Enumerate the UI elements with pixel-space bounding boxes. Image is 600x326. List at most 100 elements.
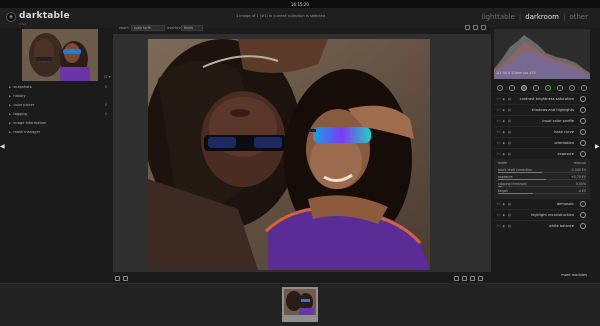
- collapse-right-panel-icon[interactable]: ▶: [595, 143, 600, 150]
- module-controls-icon[interactable]: ⏻ ◆ ▤: [497, 213, 512, 217]
- collapse-left-panel-icon[interactable]: ◀: [0, 143, 5, 150]
- basic-group-icon[interactable]: [533, 84, 539, 91]
- exif-info: 1/1 f/4.0 53mm iso 170: [496, 71, 536, 75]
- module-base-curve[interactable]: ⏻ ◆ ▤ base curve: [494, 126, 590, 136]
- view-separator: |: [518, 13, 522, 21]
- module-name: highlight reconstruction: [531, 213, 574, 217]
- color-assessment-icon[interactable]: [473, 25, 478, 30]
- styles-icon[interactable]: [123, 276, 128, 281]
- module-white-balance[interactable]: ⏻ ◆ ▤ white balance: [494, 220, 590, 230]
- slider-track: [498, 186, 586, 187]
- module-enable-icon[interactable]: [580, 96, 586, 102]
- module-contrast-brightness-saturation[interactable]: ⏻ ◆ ▤ contrast brightness saturation: [494, 93, 590, 103]
- zoom-label: zoom: [119, 26, 129, 30]
- module-name: exposure: [557, 152, 574, 156]
- module-enable-icon[interactable]: [580, 140, 586, 146]
- module-label: history: [13, 94, 26, 98]
- expand-arrow-icon: ▶: [9, 130, 12, 134]
- slider-black-level[interactable]: black level correction -0.000 EV: [498, 168, 586, 173]
- module-enable-icon[interactable]: [580, 151, 586, 157]
- module-image-information[interactable]: ▶ image information: [6, 119, 113, 127]
- module-label: image information: [13, 121, 47, 125]
- filmstrip-image: [284, 289, 316, 315]
- module-controls-icon[interactable]: ⏻ ◆ ▤: [497, 141, 512, 145]
- module-controls-icon[interactable]: ⏻ ◆ ▤: [497, 152, 512, 156]
- slider-clipping-threshold[interactable]: clipping threshold 0.00%: [498, 182, 586, 187]
- module-count: 0: [104, 85, 107, 89]
- module-label: mask manager: [13, 130, 41, 134]
- presets-icon[interactable]: [115, 276, 120, 281]
- module-snapshots[interactable]: ▶ snapshots 0: [6, 83, 113, 91]
- slider-target[interactable]: target -4 EV: [498, 189, 586, 194]
- module-controls-icon[interactable]: ⏻ ◆ ▤: [497, 130, 512, 134]
- effect-group-icon[interactable]: [581, 84, 587, 91]
- correct-group-icon[interactable]: [569, 84, 575, 91]
- view-other[interactable]: other: [569, 13, 588, 21]
- module-exposure[interactable]: ⏻ ◆ ▤ exposure: [494, 148, 590, 158]
- grid-icon[interactable]: [465, 25, 470, 30]
- module-name: shadows and highlights: [531, 108, 574, 112]
- module-name: input color profile: [542, 119, 574, 123]
- module-label: tagging: [13, 112, 28, 116]
- color-group-icon[interactable]: [557, 84, 563, 91]
- overlay-select[interactable]: thirds: [181, 25, 203, 31]
- zoom-select[interactable]: scale to fit: [131, 25, 165, 31]
- expand-arrow-icon: ▶: [9, 85, 12, 89]
- slider-fill: [498, 186, 503, 187]
- left-panel: ⊡ ▾ ▶ snapshots 0 ▶ history ▶ color pick…: [6, 27, 113, 283]
- module-controls-icon[interactable]: ⏻ ◆ ▤: [497, 97, 512, 101]
- right-panel: 1/1 f/4.0 53mm iso 170 ⏻ ◆ ▤ contrast br…: [491, 27, 595, 283]
- module-shadows-and-highlights[interactable]: ⏻ ◆ ▤ shadows and highlights: [494, 104, 590, 114]
- module-controls-icon[interactable]: ⏻ ◆ ▤: [497, 119, 512, 123]
- module-enable-icon[interactable]: [580, 129, 586, 135]
- module-orientation[interactable]: ⏻ ◆ ▤ orientation: [494, 137, 590, 147]
- expand-arrow-icon: ▶: [9, 103, 12, 107]
- view-lighttable[interactable]: lighttable: [482, 13, 515, 21]
- module-name: demosaic: [556, 202, 574, 206]
- module-enable-icon[interactable]: [580, 118, 586, 124]
- module-enable-icon[interactable]: [580, 107, 586, 113]
- image-selection-info: 1 image of 1 (#1) in current collection …: [236, 14, 326, 18]
- slider-mode[interactable]: mode manual: [498, 161, 586, 166]
- module-tagging[interactable]: ▶ tagging 0: [6, 110, 113, 118]
- more-modules-button[interactable]: more modules: [561, 273, 587, 277]
- module-controls-icon[interactable]: ⏻ ◆ ▤: [497, 224, 512, 228]
- favorites-icon[interactable]: [509, 84, 515, 91]
- app-version: 3.4.1: [19, 22, 27, 26]
- bottom-toolbar: [113, 274, 491, 283]
- module-enable-icon[interactable]: [580, 223, 586, 229]
- module-input-color-profile[interactable]: ⏻ ◆ ▤ input color profile: [494, 115, 590, 125]
- module-controls-icon[interactable]: ⏻ ◆ ▤: [497, 202, 512, 206]
- darktable-logo-icon: ◉: [6, 12, 16, 22]
- module-controls-icon[interactable]: ⏻ ◆ ▤: [497, 108, 512, 112]
- navigation-zoom-icon[interactable]: ⊡ ▾: [104, 74, 111, 79]
- soft-proof-icon[interactable]: [454, 276, 459, 281]
- module-demosaic[interactable]: ⏻ ◆ ▤ demosaic: [494, 198, 590, 208]
- overlay-label: overlays: [167, 26, 183, 30]
- display-profile-icon[interactable]: [478, 276, 483, 281]
- view-darkroom[interactable]: darkroom: [525, 13, 559, 21]
- main-photo[interactable]: [148, 39, 430, 270]
- clock: 16:15:20: [291, 1, 309, 7]
- module-highlight-reconstruction[interactable]: ⏻ ◆ ▤ highlight reconstruction: [494, 209, 590, 219]
- focus-peaking-icon[interactable]: [470, 276, 475, 281]
- filmstrip: [0, 283, 600, 326]
- slider-fill: [498, 193, 534, 194]
- expand-arrow-icon: ▶: [9, 121, 12, 125]
- slider-exposure[interactable]: exposure +0.70 EV: [498, 175, 586, 180]
- module-count: 0: [104, 103, 107, 107]
- navigation-thumbnail[interactable]: [22, 29, 98, 81]
- module-enable-icon[interactable]: [580, 212, 586, 218]
- tone-group-icon[interactable]: [545, 84, 551, 91]
- app-name: darktable: [19, 11, 70, 21]
- module-mask-manager[interactable]: ▶ mask manager: [6, 128, 113, 136]
- module-history[interactable]: ▶ history: [6, 92, 113, 100]
- gamut-check-icon[interactable]: [462, 276, 467, 281]
- active-modules-icon[interactable]: [521, 84, 527, 91]
- filmstrip-thumbnail[interactable]: [282, 287, 318, 322]
- settings-icon[interactable]: [481, 25, 486, 30]
- center-toolbar: zoom scale to fit overlays thirds: [113, 24, 491, 33]
- module-enable-icon[interactable]: [580, 201, 586, 207]
- power-icon[interactable]: [497, 84, 503, 91]
- module-color-picker[interactable]: ▶ color picker 0: [6, 101, 113, 109]
